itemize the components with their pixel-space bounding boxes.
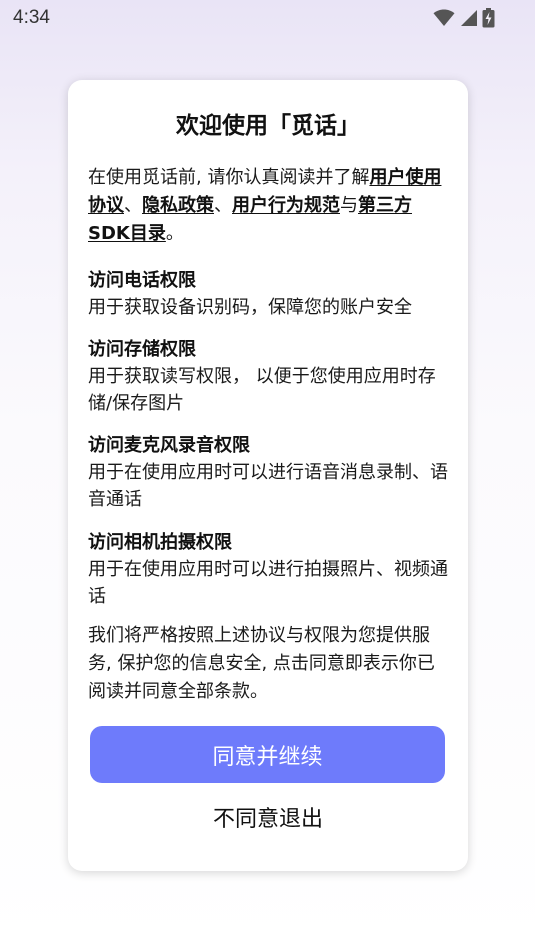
behavior-rules-link[interactable]: 用户行为规范	[232, 195, 340, 216]
intro-suffix: 。	[165, 223, 184, 244]
permission-dialog: 欢迎使用「觅话」 在使用觅话前, 请你认真阅读并了解用户使用协议、隐私政策、用户…	[68, 80, 468, 871]
privacy-policy-link[interactable]: 隐私政策	[142, 195, 214, 216]
permission-camera: 访问相机拍摄权限 用于在使用应用时可以进行拍摄照片、视频通话	[88, 529, 450, 610]
permission-microphone: 访问麦克风录音权限 用于在使用应用时可以进行语音消息录制、语音通话	[88, 432, 450, 513]
permission-description: 用于获取设备识别码，保障您的账户安全	[88, 297, 412, 318]
permission-title: 访问相机拍摄权限	[88, 532, 232, 553]
agree-continue-button[interactable]: 同意并继续	[90, 726, 445, 783]
dialog-title: 欢迎使用「觅话」	[176, 113, 360, 139]
intro-separator-1: 、	[124, 195, 142, 216]
intro-conjunction: 与	[340, 195, 358, 216]
intro-text: 在使用觅话前, 请你认真阅读并了解用户使用协议、隐私政策、用户行为规范与第三方S…	[88, 164, 452, 248]
permission-phone: 访问电话权限 用于获取设备识别码，保障您的账户安全	[88, 267, 450, 321]
permission-storage: 访问存储权限 用于获取读写权限， 以便于您使用应用时存储/保存图片	[88, 336, 450, 417]
wifi-icon	[433, 9, 455, 27]
intro-separator-2: 、	[214, 195, 232, 216]
status-time: 4:34	[13, 7, 50, 28]
status-bar: 4:34	[0, 0, 535, 36]
permission-description: 用于在使用应用时可以进行拍摄照片、视频通话	[88, 559, 448, 607]
cellular-signal-icon	[459, 9, 478, 27]
permission-description: 用于获取读写权限， 以便于您使用应用时存储/保存图片	[88, 366, 436, 414]
permission-title: 访问电话权限	[88, 270, 196, 291]
battery-charging-icon	[482, 8, 495, 28]
permission-title: 访问麦克风录音权限	[88, 435, 250, 456]
consent-notice: 我们将严格按照上述协议与权限为您提供服务, 保护您的信息安全, 点击同意即表示你…	[88, 625, 435, 702]
intro-prefix: 在使用觅话前, 请你认真阅读并了解	[88, 167, 370, 188]
permission-title: 访问存储权限	[88, 339, 196, 360]
agree-button-label: 同意并继续	[212, 744, 323, 770]
status-icons	[433, 7, 495, 29]
disagree-exit-button[interactable]: 不同意退出	[68, 802, 468, 838]
permission-description: 用于在使用应用时可以进行语音消息录制、语音通话	[88, 462, 448, 510]
